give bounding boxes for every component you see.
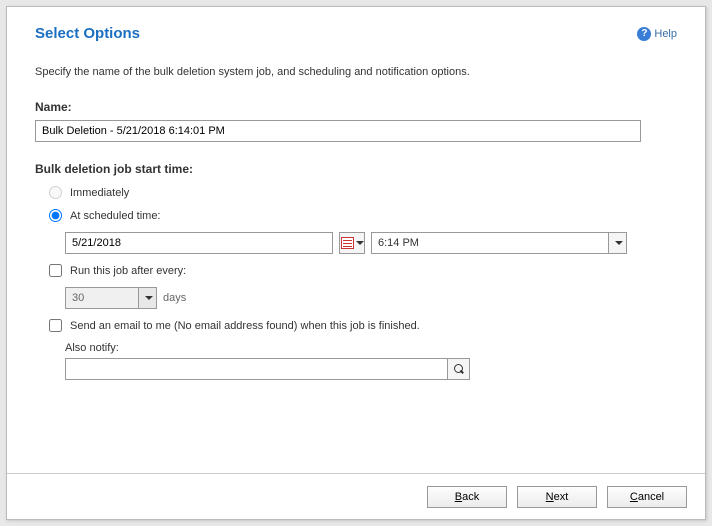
repeat-checkbox[interactable] [49, 264, 62, 277]
help-icon: ? [637, 27, 651, 41]
also-notify-field: Also notify: [65, 342, 677, 380]
name-section: Name: [35, 100, 677, 142]
time-value: 6:14 PM [378, 237, 419, 249]
repeat-option: Run this job after every: [35, 264, 677, 277]
scheduled-option: At scheduled time: [35, 209, 677, 222]
select-options-dialog: Select Options ? Help Specify the name o… [6, 6, 706, 520]
repeat-label: Run this job after every: [70, 265, 186, 277]
scheduled-radio[interactable] [49, 209, 62, 222]
dialog-header: Select Options ? Help [35, 25, 677, 42]
also-notify-wrap [65, 358, 470, 380]
repeat-unit: days [163, 292, 186, 304]
time-dropdown-button[interactable] [608, 233, 626, 253]
dialog-footer: Back Next Cancel [7, 473, 705, 519]
repeat-dropdown-button [138, 288, 156, 308]
start-time-label: Bulk deletion job start time: [35, 162, 677, 176]
back-button[interactable]: Back [427, 486, 507, 508]
repeat-value: 30 [72, 292, 84, 304]
start-time-section: Bulk deletion job start time: Immediatel… [35, 162, 677, 380]
notify-checkbox[interactable] [49, 319, 62, 332]
dialog-title: Select Options [35, 25, 140, 42]
repeat-days-select[interactable]: 30 [65, 287, 157, 309]
notify-label: Send an email to me (No email address fo… [70, 320, 420, 332]
chevron-down-icon [615, 241, 623, 245]
calendar-icon [341, 237, 354, 249]
name-input[interactable] [35, 120, 641, 142]
instruction-text: Specify the name of the bulk deletion sy… [35, 66, 677, 78]
repeat-value-row: 30 days [65, 287, 677, 309]
chevron-down-icon [145, 296, 153, 300]
help-link[interactable]: ? Help [637, 27, 677, 41]
lookup-button[interactable] [447, 359, 469, 379]
immediately-label: Immediately [70, 187, 129, 199]
immediately-radio[interactable] [49, 186, 62, 199]
name-label: Name: [35, 100, 677, 114]
scheduled-label: At scheduled time: [70, 210, 161, 222]
time-select[interactable]: 6:14 PM [371, 232, 627, 254]
notify-option: Send an email to me (No email address fo… [35, 319, 677, 332]
help-label: Help [654, 28, 677, 40]
date-input[interactable] [65, 232, 333, 254]
cancel-button[interactable]: Cancel [607, 486, 687, 508]
also-notify-label: Also notify: [65, 342, 677, 354]
chevron-down-icon [356, 241, 364, 245]
scheduled-datetime-row: 6:14 PM [65, 232, 677, 254]
also-notify-input[interactable] [66, 359, 447, 379]
next-button[interactable]: Next [517, 486, 597, 508]
immediately-option: Immediately [35, 186, 677, 199]
search-icon [453, 363, 465, 375]
date-picker-button[interactable] [339, 232, 365, 254]
